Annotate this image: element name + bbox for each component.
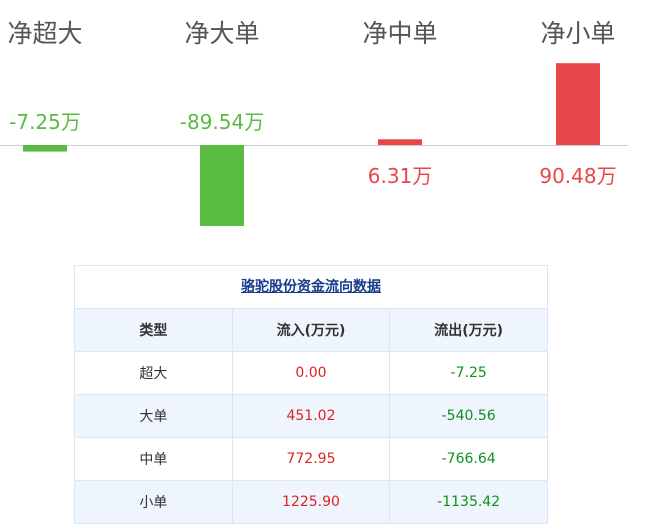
cell-inflow: 1225.90 [231, 480, 391, 524]
table-header-row: 类型 流入(万元) 流出(万元) [74, 308, 548, 352]
header-outflow: 流出(万元) [389, 308, 548, 352]
bar-3 [556, 63, 600, 145]
money-flow-table: 骆驼股份资金流向数据 类型 流入(万元) 流出(万元) 超大 0.00 -7.2… [74, 265, 548, 524]
table-row: 中单 772.95 -766.64 [74, 437, 548, 481]
cell-type: 小单 [74, 480, 233, 524]
cell-inflow: 0.00 [231, 351, 391, 395]
bar-0 [23, 145, 67, 152]
cell-outflow: -1135.42 [389, 480, 548, 524]
bar-1 [200, 145, 244, 226]
table-row: 超大 0.00 -7.25 [74, 351, 548, 395]
money-flow-table-container: 骆驼股份资金流向数据 类型 流入(万元) 流出(万元) 超大 0.00 -7.2… [74, 265, 548, 524]
cell-inflow: 772.95 [231, 437, 391, 481]
cell-type: 超大 [74, 351, 233, 395]
cell-outflow: -7.25 [389, 351, 548, 395]
value-label-0: -7.25万 [9, 110, 81, 134]
cell-type: 中单 [74, 437, 233, 481]
cell-type: 大单 [74, 394, 233, 438]
cell-outflow: -540.56 [389, 394, 548, 438]
value-label-2: 6.31万 [368, 164, 433, 188]
value-label-3: 90.48万 [539, 164, 616, 188]
category-label-0: 净超大 [7, 19, 82, 48]
value-label-1: -89.54万 [180, 110, 264, 134]
header-type: 类型 [74, 308, 233, 352]
category-label-3: 净小单 [540, 19, 615, 48]
category-label-1: 净大单 [184, 19, 259, 48]
header-inflow: 流入(万元) [231, 308, 391, 352]
table-row: 小单 1225.90 -1135.42 [74, 480, 548, 524]
money-flow-chart: 净超大 -7.25万 净大单 -89.54万 净中单 6.31万 净小单 90.48万 [0, 19, 628, 226]
cell-outflow: -766.64 [389, 437, 548, 481]
bar-2 [378, 139, 422, 145]
category-label-2: 净中单 [362, 19, 437, 48]
table-title[interactable]: 骆驼股份资金流向数据 [74, 265, 548, 308]
table-row: 大单 451.02 -540.56 [74, 394, 548, 438]
cell-inflow: 451.02 [231, 394, 391, 438]
